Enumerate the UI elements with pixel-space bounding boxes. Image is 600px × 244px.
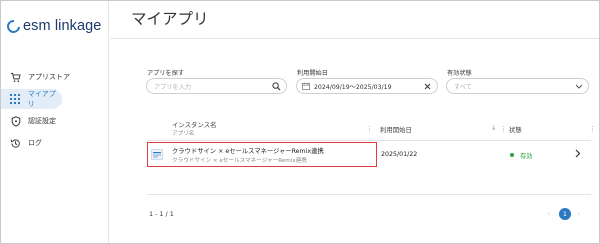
history-icon (10, 138, 21, 149)
start-date-cell: 2025/01/22 (381, 151, 418, 158)
app-search-field[interactable]: アプリを入力 (146, 78, 287, 94)
chevron-right-icon[interactable] (575, 149, 581, 161)
column-menu-icon[interactable]: ⋮ (589, 125, 596, 133)
sort-arrow-icon[interactable]: ↓ (491, 124, 497, 132)
page-1-button[interactable]: 1 (559, 208, 571, 220)
status-filter-select[interactable]: すべて (446, 78, 589, 94)
table-header-divider (147, 140, 591, 141)
calendar-icon[interactable] (302, 82, 310, 90)
prev-page-icon[interactable]: ‹ (547, 209, 550, 218)
sidebar: esm linkage アプリストア マイアプリ 認証設定 ログ (1, 1, 109, 243)
sidebar-item-auth-settings[interactable]: 認証設定 (1, 111, 109, 131)
column-status[interactable]: 状態 (509, 125, 522, 134)
column-instance-name[interactable]: インスタンス名 (172, 120, 216, 129)
logo-text: esm linkage (23, 18, 102, 34)
grid-icon (10, 94, 21, 105)
column-start-date[interactable]: 利用開始日 (380, 125, 412, 134)
logo[interactable]: esm linkage (4, 16, 102, 36)
page-title: マイアプリ (131, 10, 209, 28)
sidebar-nav: アプリストア マイアプリ 認証設定 ログ (1, 67, 109, 155)
sidebar-item-app-store[interactable]: アプリストア (1, 67, 109, 87)
app-search-placeholder[interactable]: アプリを入力 (154, 82, 191, 91)
instance-name-cell: クラウドサイン × eセールスマネージャーRemix連携 (172, 148, 324, 155)
search-icon[interactable] (272, 82, 281, 91)
next-page-icon[interactable]: › (577, 209, 580, 218)
sidebar-item-my-apps[interactable]: マイアプリ (1, 89, 62, 109)
sidebar-item-label: アプリストア (28, 73, 70, 81)
status-dot (510, 153, 514, 157)
table-footer-divider (147, 194, 591, 195)
app-search-label: アプリを探す (147, 70, 185, 77)
shield-icon (10, 115, 21, 127)
status-filter-label: 有効状態 (447, 70, 472, 77)
column-menu-icon[interactable]: ⋮ (500, 125, 507, 133)
app-name-cell: クラウドサイン × eセールスマネージャーRemix連携 (172, 158, 307, 164)
status-badge: 有効 (520, 152, 533, 160)
date-range-value[interactable]: 2024/09/19～2025/03/19 (314, 82, 392, 91)
clear-icon[interactable] (423, 82, 432, 91)
status-filter-placeholder[interactable]: すべて (454, 82, 472, 91)
date-range-field[interactable]: 2024/09/19～2025/03/19 (296, 78, 438, 94)
chevron-down-icon[interactable] (574, 82, 583, 91)
sidebar-item-log[interactable]: ログ (1, 133, 109, 153)
date-range-label: 利用開始日 (297, 70, 328, 77)
sidebar-item-label: ログ (28, 139, 42, 147)
logo-icon (4, 16, 23, 36)
column-menu-icon[interactable]: ⋮ (366, 125, 373, 133)
pagination-info: 1 - 1 / 1 (149, 210, 174, 218)
column-app-name: アプリ名 (172, 131, 195, 137)
sidebar-item-label: マイアプリ (27, 90, 56, 108)
header-divider (110, 38, 599, 39)
cart-icon (10, 72, 21, 83)
app-icon (151, 149, 163, 160)
sidebar-item-label: 認証設定 (28, 117, 56, 125)
